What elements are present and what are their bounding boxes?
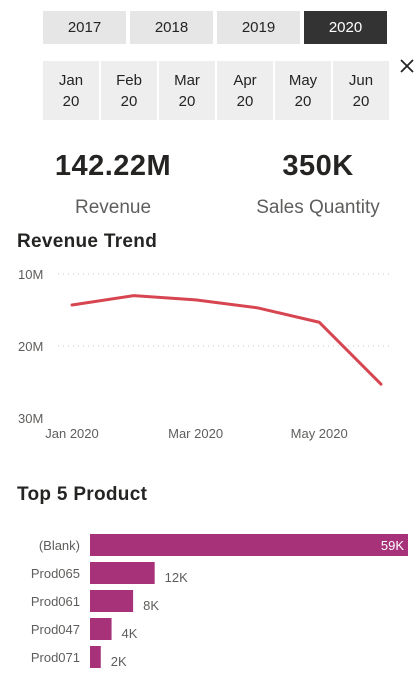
revenue-point[interactable] [316, 319, 322, 325]
close-icon[interactable] [398, 57, 416, 75]
revenue-card: 142.22M Revenue [33, 150, 193, 219]
year-tile-2019[interactable]: 2019 [217, 11, 300, 44]
revenue-point[interactable] [378, 381, 384, 387]
month-tile-year: 20 [178, 92, 196, 110]
revenue-point[interactable] [69, 302, 75, 308]
month-tile-feb[interactable]: Feb 20 [101, 61, 157, 120]
sales-quantity-value: 350K [282, 150, 354, 182]
product-bar[interactable] [90, 590, 134, 612]
x-tick-label: May 2020 [291, 426, 348, 441]
product-bar[interactable] [90, 618, 112, 640]
revenue-trend-title: Revenue Trend [17, 231, 158, 252]
month-tile-year: 20 [62, 92, 80, 110]
month-tile-may[interactable]: May 20 [275, 61, 331, 120]
sales-quantity-label: Sales Quantity [256, 197, 380, 218]
month-tile-year: 20 [352, 92, 370, 110]
month-tile-jan[interactable]: Jan 20 [43, 61, 99, 120]
category-label: Prod061 [31, 594, 80, 609]
month-tile-apr[interactable]: Apr 20 [217, 61, 273, 120]
data-label: 4K [122, 626, 138, 641]
y-tick-label: 20M [18, 339, 43, 354]
month-tile-month: Jan [58, 71, 84, 89]
data-label: 8K [143, 598, 159, 613]
revenue-label: Revenue [74, 197, 152, 218]
revenue-point[interactable] [193, 297, 199, 303]
x-tick-label: Jan 2020 [45, 426, 99, 441]
month-tile-month: Jun [348, 71, 374, 89]
month-tile-mar[interactable]: Mar 20 [159, 61, 215, 120]
month-tile-month: Apr [233, 71, 257, 89]
y-tick-label: 30M [18, 411, 43, 426]
data-label: 2K [111, 654, 127, 669]
category-label: (Blank) [39, 538, 80, 553]
data-label: 59K [381, 538, 404, 553]
revenue-series-line[interactable] [70, 294, 383, 386]
month-tile-year: 20 [120, 92, 138, 110]
category-label: Prod047 [31, 622, 80, 637]
product-bar[interactable] [90, 534, 408, 556]
year-slicer: 2017 2018 2019 2020 [43, 11, 387, 44]
month-tile-year: 20 [236, 92, 254, 110]
month-tile-jun[interactable]: Jun 20 [333, 61, 389, 120]
top-products-chart: (Blank) 59K Prod065 12K Prod061 8K Prod047 4K Pr… [31, 534, 408, 669]
category-label: Prod065 [31, 566, 80, 581]
month-tile-year: 20 [294, 92, 312, 110]
report-page: 2017 2018 2019 2020 Jan 20 Feb 20 Mar 20… [0, 0, 418, 697]
year-tile-2020[interactable]: 2020 [304, 11, 387, 44]
sales-quantity-card: 350K Sales Quantity [233, 150, 403, 219]
revenue-point[interactable] [254, 305, 260, 311]
y-tick-label: 10M [18, 267, 43, 282]
month-tile-month: May [288, 71, 318, 89]
data-label: 12K [165, 570, 188, 585]
top-products-title: Top 5 Product [17, 484, 148, 505]
year-tile-2017[interactable]: 2017 [43, 11, 126, 44]
year-tile-2018[interactable]: 2018 [130, 11, 213, 44]
revenue-point[interactable] [131, 293, 137, 299]
product-bar[interactable] [90, 562, 155, 584]
month-slicer: Jan 20 Feb 20 Mar 20 Apr 20 May 20 Jun 2… [43, 61, 389, 120]
revenue-value: 142.22M [54, 150, 172, 182]
month-tile-month: Feb [116, 71, 142, 89]
month-tile-month: Mar [174, 71, 200, 89]
category-label: Prod071 [31, 650, 80, 665]
revenue-trend-chart: 30M 20M 10M Jan 2020 Mar 2020 May 2020 [18, 267, 392, 441]
x-tick-label: Mar 2020 [168, 426, 223, 441]
product-bar[interactable] [90, 646, 101, 668]
